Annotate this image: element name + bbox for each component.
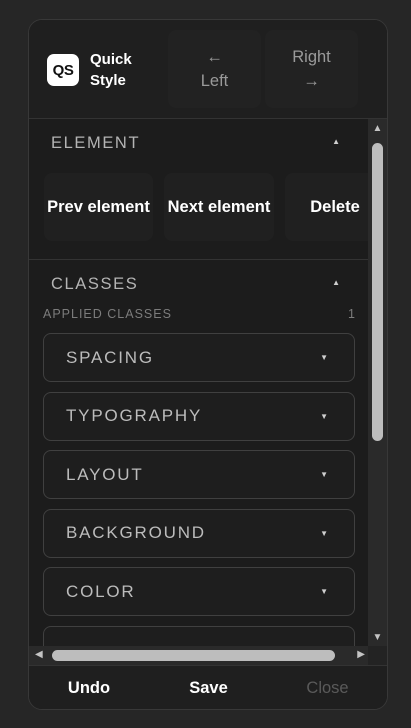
classes-section-header[interactable]: CLASSES ▲ xyxy=(29,260,368,308)
prev-element-button[interactable]: Prev element xyxy=(44,173,153,241)
undo-button[interactable]: Undo xyxy=(29,666,149,709)
applied-classes-label: APPLIED CLASSES xyxy=(43,307,172,321)
class-group-background[interactable]: BACKGROUND ▼ xyxy=(43,508,355,558)
dropdown-caret-icon: ▼ xyxy=(320,470,328,479)
brand: QS Quick Style xyxy=(47,50,150,90)
brand-name: Quick Style xyxy=(90,51,132,89)
next-element-button[interactable]: Next element xyxy=(164,173,274,241)
arrow-left-icon: ← xyxy=(206,48,223,66)
horizontal-scroll-thumb[interactable] xyxy=(52,650,335,661)
dropdown-caret-icon: ▼ xyxy=(320,528,328,538)
class-group-typography[interactable]: TYPOGRAPHY ▼ xyxy=(43,391,355,441)
class-group-label: TYPOGRAPHY xyxy=(66,406,203,425)
horizontal-scrollbar[interactable]: ◀ ▶ xyxy=(29,646,368,665)
panel-header: QS Quick Style ← Left Right → xyxy=(29,20,387,119)
qs-logo-icon: QS xyxy=(47,54,79,86)
element-actions: Prev element Next element Delete xyxy=(29,167,368,259)
applied-classes-row: APPLIED CLASSES 1 xyxy=(29,303,368,329)
scroll-down-icon[interactable]: ▼ xyxy=(372,632,383,643)
class-group-label: COLOR xyxy=(66,581,136,601)
panel-footer: Undo Save Close xyxy=(29,665,387,709)
class-group-color[interactable]: COLOR ▼ xyxy=(43,567,355,616)
class-group-label: LAYOUT xyxy=(66,464,144,484)
class-group-spacing[interactable]: SPACING ▼ xyxy=(43,333,355,382)
delete-element-button[interactable]: Delete xyxy=(285,173,368,241)
dropdown-caret-icon: ▼ xyxy=(320,353,328,362)
class-group-label: BACKGROUND xyxy=(66,523,206,542)
element-section: ELEMENT ▲ Prev element Next element Dele… xyxy=(29,119,368,260)
element-section-header[interactable]: ELEMENT ▲ xyxy=(29,119,368,167)
classes-section: CLASSES ▲ APPLIED CLASSES 1 SPACING ▼ TY… xyxy=(29,260,368,646)
close-button[interactable]: Close xyxy=(268,666,387,709)
quick-style-panel: QS Quick Style ← Left Right → ELEMENT ▲ … xyxy=(28,19,388,710)
scroll-up-icon[interactable]: ▲ xyxy=(372,123,383,134)
dropdown-caret-icon: ▼ xyxy=(320,587,328,596)
move-left-button[interactable]: ← Left xyxy=(168,30,261,108)
move-left-label: Left xyxy=(200,72,229,90)
save-button[interactable]: Save xyxy=(149,666,268,709)
element-section-title: ELEMENT xyxy=(51,133,141,152)
dropdown-caret-icon: ▼ xyxy=(320,411,328,421)
class-group-list: SPACING ▼ TYPOGRAPHY ▼ LAYOUT ▼ BACKGROU… xyxy=(29,333,368,646)
applied-classes-count: 1 xyxy=(348,307,355,321)
classes-section-title: CLASSES xyxy=(51,274,139,293)
arrow-right-icon: → xyxy=(303,72,320,90)
move-right-button[interactable]: Right → xyxy=(265,30,358,108)
class-group-layout[interactable]: LAYOUT ▼ xyxy=(43,450,355,499)
collapse-caret-icon[interactable]: ▲ xyxy=(332,137,340,146)
collapse-caret-icon[interactable]: ▲ xyxy=(332,278,340,287)
scroll-left-icon[interactable]: ◀ xyxy=(35,649,43,660)
vertical-scroll-thumb[interactable] xyxy=(372,143,383,441)
scrollbar-corner xyxy=(368,646,387,665)
scroll-right-icon[interactable]: ▶ xyxy=(357,649,365,660)
class-group-partial[interactable] xyxy=(43,625,355,646)
move-right-label: Right xyxy=(292,48,331,66)
class-group-label: SPACING xyxy=(66,347,154,367)
panel-scroll-area[interactable]: ELEMENT ▲ Prev element Next element Dele… xyxy=(29,119,368,646)
vertical-scrollbar[interactable]: ▲ ▼ xyxy=(368,119,387,646)
